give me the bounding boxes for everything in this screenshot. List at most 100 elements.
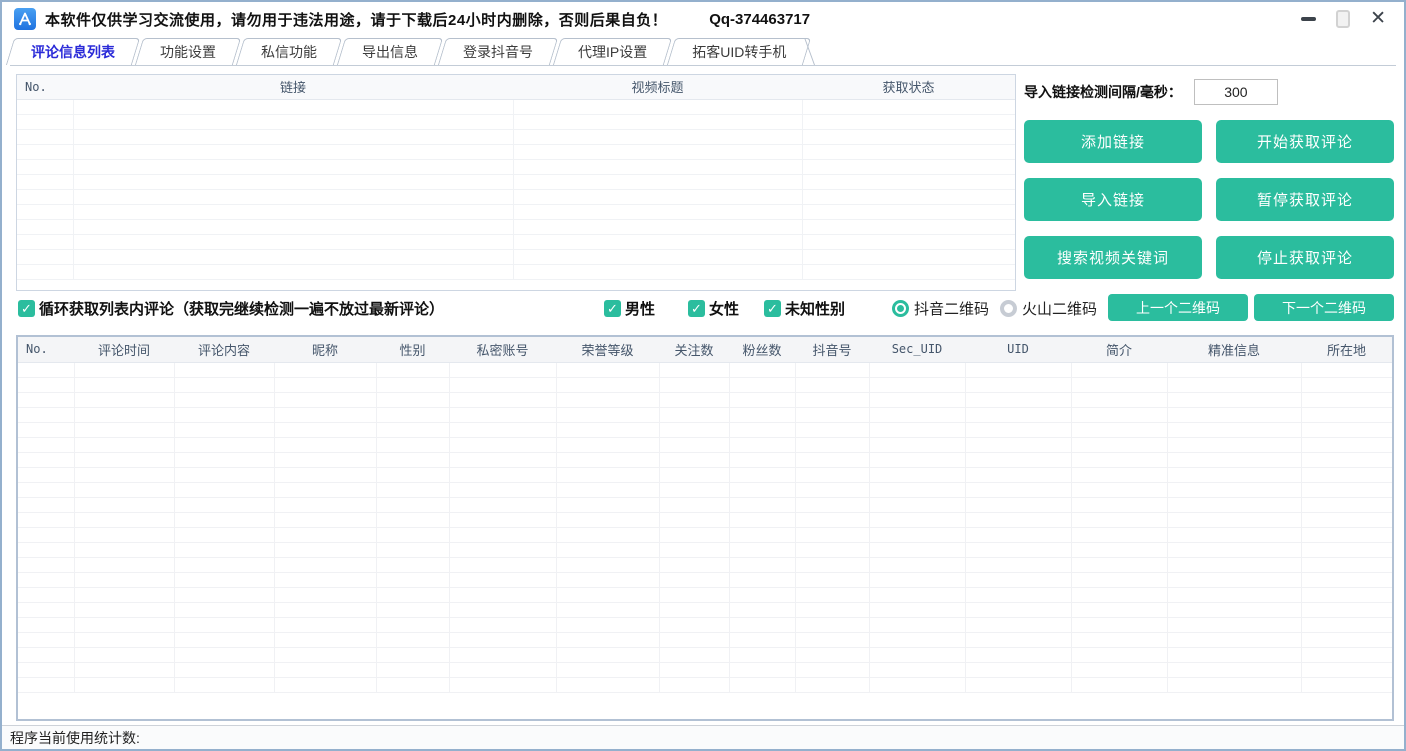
comment-table-row[interactable] — [18, 647, 1392, 662]
start-fetch-comments-button[interactable]: 开始获取评论 — [1216, 120, 1394, 163]
tab-label: 导出信息 — [362, 42, 418, 62]
comment-table-row[interactable] — [18, 557, 1392, 572]
tab-function-settings[interactable]: 功能设置 — [139, 38, 237, 65]
comment-table-header[interactable]: 简介 — [1071, 337, 1167, 362]
status-label: 程序当前使用统计数: — [10, 728, 140, 748]
tab-label: 代理IP设置 — [578, 42, 647, 62]
link-table-row[interactable] — [17, 204, 1015, 219]
stop-fetch-comments-button[interactable]: 停止获取评论 — [1216, 236, 1394, 279]
app-logo-icon — [14, 8, 36, 30]
male-label: 男性 — [625, 298, 655, 319]
comment-table-row[interactable] — [18, 572, 1392, 587]
douyin-qrcode-radio[interactable] — [892, 300, 909, 317]
comment-table-header[interactable]: UID — [965, 337, 1071, 362]
tab-login-douyin[interactable]: 登录抖音号 — [442, 38, 554, 65]
comment-table-row[interactable] — [18, 392, 1392, 407]
next-qrcode-button[interactable]: 下一个二维码 — [1254, 294, 1394, 321]
link-table-header[interactable]: 获取状态 — [802, 75, 1015, 99]
comment-table-row[interactable] — [18, 587, 1392, 602]
tab-label: 评论信息列表 — [31, 42, 115, 62]
comment-table-row[interactable] — [18, 437, 1392, 452]
comment-table-row[interactable] — [18, 497, 1392, 512]
comment-table-header[interactable]: 精准信息 — [1167, 337, 1301, 362]
interval-input[interactable] — [1194, 79, 1278, 105]
comment-table-row[interactable] — [18, 542, 1392, 557]
comment-table-row[interactable] — [18, 422, 1392, 437]
search-video-keyword-button[interactable]: 搜索视频关键词 — [1024, 236, 1202, 279]
link-table-header[interactable]: No. — [17, 75, 73, 99]
huoshan-qrcode-label: 火山二维码 — [1022, 298, 1097, 319]
comment-table-row[interactable] — [18, 407, 1392, 422]
link-table-row[interactable] — [17, 249, 1015, 264]
import-link-button[interactable]: 导入链接 — [1024, 178, 1202, 221]
comment-table-header[interactable]: Sec_UID — [869, 337, 965, 362]
link-table-row[interactable] — [17, 144, 1015, 159]
close-icon[interactable]: ✕ — [1370, 10, 1386, 28]
loop-fetch-checkbox[interactable]: ✓ — [18, 300, 35, 317]
link-table-row[interactable] — [17, 99, 1015, 114]
link-table-panel: No.链接视频标题获取状态 — [16, 74, 1016, 291]
comment-table-row[interactable] — [18, 467, 1392, 482]
unknown-gender-label: 未知性别 — [785, 298, 845, 319]
tab-export-info[interactable]: 导出信息 — [341, 38, 439, 65]
add-link-button[interactable]: 添加链接 — [1024, 120, 1202, 163]
tab-proxy-ip-settings[interactable]: 代理IP设置 — [557, 38, 668, 65]
app-window: 本软件仅供学习交流使用，请勿用于违法用途，请于下载后24小时内删除，否则后果自负… — [0, 0, 1406, 751]
comment-table-row[interactable] — [18, 602, 1392, 617]
female-option: ✓ 女性 — [688, 293, 739, 324]
link-table-row[interactable] — [17, 219, 1015, 234]
comment-table-row[interactable] — [18, 632, 1392, 647]
link-table-row[interactable] — [17, 234, 1015, 249]
comment-table-row[interactable] — [18, 377, 1392, 392]
tab-private-message[interactable]: 私信功能 — [240, 38, 338, 65]
comment-table-header[interactable]: 性别 — [376, 337, 449, 362]
comment-table-row[interactable] — [18, 527, 1392, 542]
prev-qrcode-button[interactable]: 上一个二维码 — [1108, 294, 1248, 321]
link-table-row[interactable] — [17, 129, 1015, 144]
comment-table-header[interactable]: 评论时间 — [74, 337, 174, 362]
comment-table-row[interactable] — [18, 452, 1392, 467]
female-label: 女性 — [709, 298, 739, 319]
link-table-row[interactable] — [17, 159, 1015, 174]
comment-table-header[interactable]: 粉丝数 — [729, 337, 795, 362]
comment-table-header[interactable]: No. — [18, 337, 74, 362]
comment-table-row[interactable] — [18, 482, 1392, 497]
comment-table-header[interactable]: 关注数 — [659, 337, 729, 362]
link-table-row[interactable] — [17, 264, 1015, 279]
interval-label: 导入链接检测间隔/毫秒： — [1024, 82, 1182, 102]
link-table-row[interactable] — [17, 174, 1015, 189]
unknown-gender-checkbox[interactable]: ✓ — [764, 300, 781, 317]
link-table-row[interactable] — [17, 189, 1015, 204]
link-table: No.链接视频标题获取状态 — [17, 75, 1015, 280]
comment-table-header[interactable]: 荣誉等级 — [556, 337, 659, 362]
comment-table-row[interactable] — [18, 662, 1392, 677]
maximize-icon[interactable] — [1336, 10, 1350, 28]
douyin-qrcode-option: 抖音二维码 — [892, 293, 989, 324]
comment-table: No.评论时间评论内容昵称性别私密账号荣誉等级关注数粉丝数抖音号Sec_UIDU… — [18, 337, 1392, 693]
huoshan-qrcode-radio[interactable] — [1000, 300, 1017, 317]
female-checkbox[interactable]: ✓ — [688, 300, 705, 317]
link-table-row[interactable] — [17, 114, 1015, 129]
comment-table-header[interactable]: 所在地 — [1301, 337, 1392, 362]
unknown-gender-option: ✓ 未知性别 — [764, 293, 845, 324]
comment-table-header[interactable]: 昵称 — [274, 337, 376, 362]
comment-table-row[interactable] — [18, 362, 1392, 377]
tab-comment-info-list[interactable]: 评论信息列表 — [10, 38, 136, 65]
link-table-header[interactable]: 链接 — [73, 75, 513, 99]
comment-table-row[interactable] — [18, 617, 1392, 632]
comment-table-header[interactable]: 抖音号 — [795, 337, 869, 362]
loop-fetch-label: 循环获取列表内评论（获取完继续检测一遍不放过最新评论） — [39, 298, 444, 319]
comment-table-row[interactable] — [18, 677, 1392, 692]
comment-table-header[interactable]: 评论内容 — [174, 337, 274, 362]
comment-table-row[interactable] — [18, 512, 1392, 527]
male-checkbox[interactable]: ✓ — [604, 300, 621, 317]
link-table-header[interactable]: 视频标题 — [513, 75, 802, 99]
pause-fetch-comments-button[interactable]: 暂停获取评论 — [1216, 178, 1394, 221]
minimize-icon[interactable] — [1301, 17, 1316, 21]
comment-table-header[interactable]: 私密账号 — [449, 337, 556, 362]
window-title: 本软件仅供学习交流使用，请勿用于违法用途，请于下载后24小时内删除，否则后果自负… — [45, 9, 667, 30]
filter-options-row: ✓ 循环获取列表内评论（获取完继续检测一遍不放过最新评论） ✓ 男性 ✓ 女性 … — [16, 293, 1394, 324]
tab-bar: 评论信息列表 功能设置 私信功能 导出信息 登录抖音号 代理IP设置 拓客UID… — [10, 39, 1396, 66]
tab-label: 功能设置 — [160, 42, 216, 62]
tab-uid-to-phone[interactable]: 拓客UID转手机 — [671, 38, 807, 65]
